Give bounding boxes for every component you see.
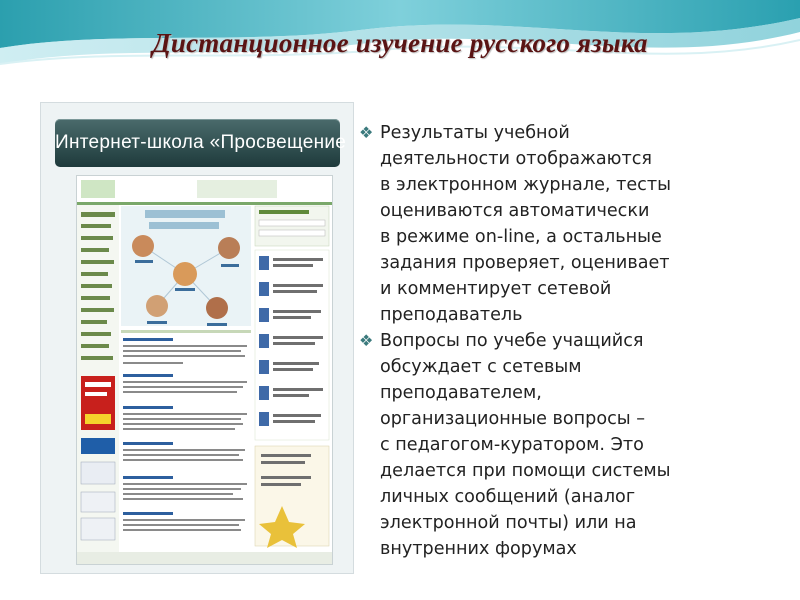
bullet-text: Вопросы по учебе учащийся обсуждает с се…: [380, 331, 671, 559]
slide-title: Дистанционное изучение русского языка: [152, 28, 648, 58]
bullet-item: ❖ Результаты учебной деятельности отображ…: [356, 120, 792, 328]
diamond-bullet-icon: ❖: [359, 331, 374, 350]
bullet-list: ❖ Результаты учебной деятельности отображ…: [356, 120, 792, 562]
school-banner-text: Интернет-школа «Просвещение: [55, 132, 347, 153]
diamond-bullet-icon: ❖: [359, 123, 374, 142]
bullet-item: ❖ Вопросы по учебе учащийся обсуждает с с…: [356, 328, 792, 562]
website-thumbnail-graphic: [77, 176, 332, 564]
website-screenshot-image: [76, 175, 333, 565]
bullet-text: Результаты учебной деятельности отобража…: [380, 123, 671, 325]
website-screenshot-frame: Интернет-школа «Просвещение: [40, 102, 354, 574]
school-banner: Интернет-школа «Просвещение: [55, 119, 347, 167]
